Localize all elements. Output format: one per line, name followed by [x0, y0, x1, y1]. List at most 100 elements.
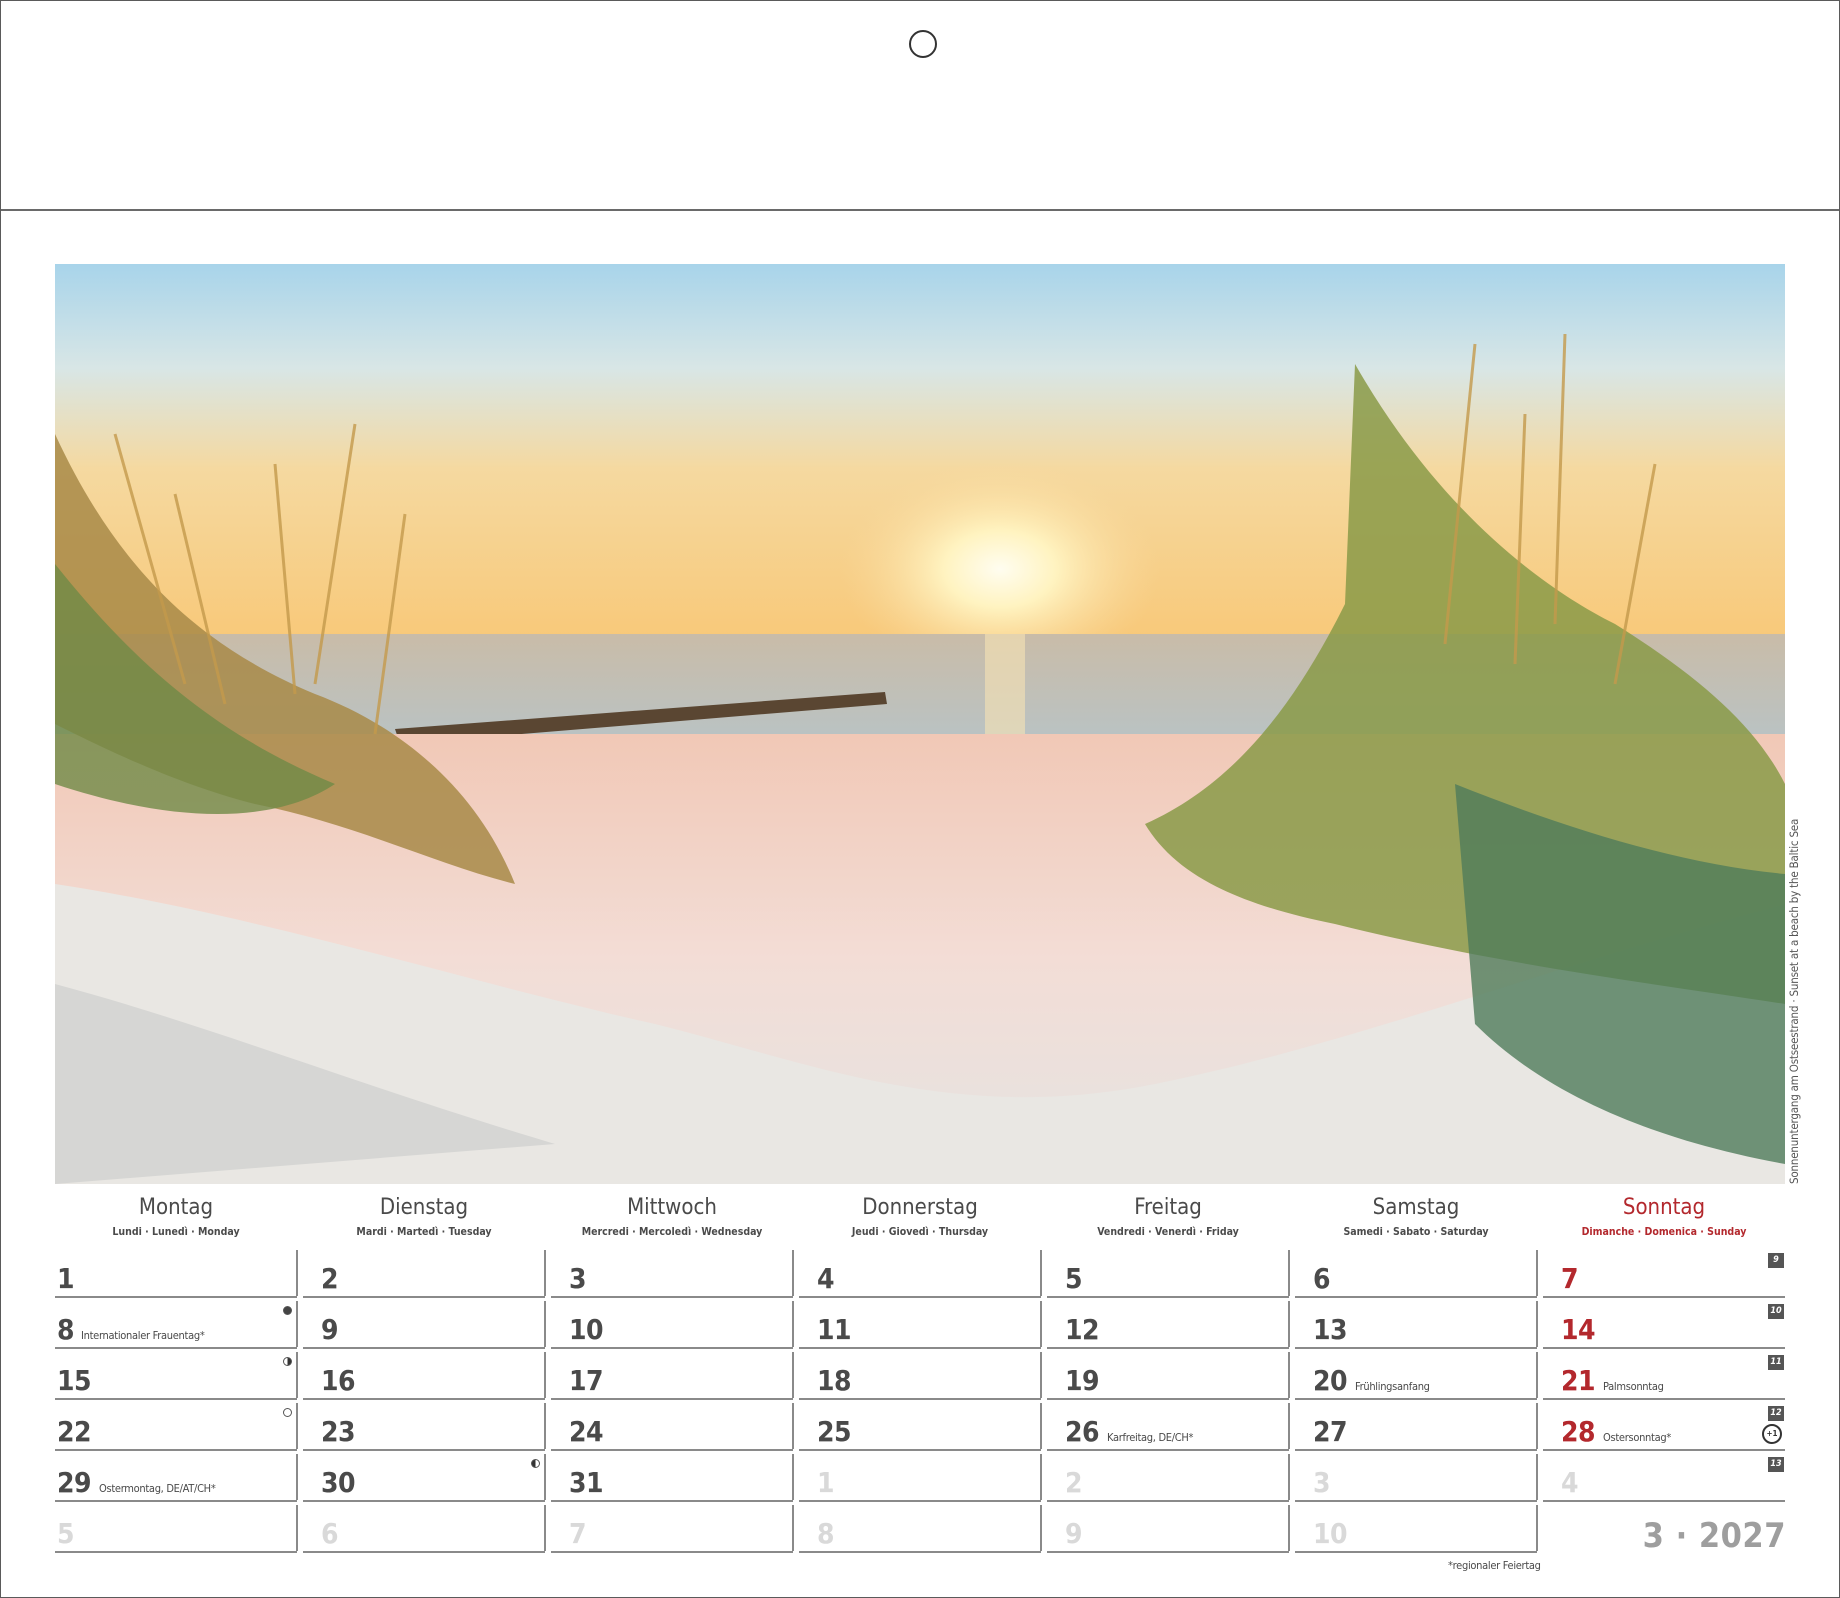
- cell-divider: [1040, 1454, 1042, 1500]
- cell-divider: [792, 1352, 794, 1398]
- day-cell: 23: [303, 1403, 546, 1451]
- day-number: 22: [57, 1415, 92, 1448]
- weekday-header: Montag Lundi · Lunedì · Monday: [56, 1195, 296, 1238]
- day-number: 23: [321, 1415, 356, 1448]
- weekday-translations: Lundi · Lunedì · Monday: [112, 1226, 240, 1238]
- weekday-translations: Dimanche · Domenica · Sunday: [1581, 1226, 1747, 1238]
- day-number: 13: [1313, 1313, 1348, 1346]
- holiday-note: Internationaler Frauentag*: [81, 1329, 205, 1342]
- day-cell: 9: [303, 1301, 546, 1349]
- day-cell: 2: [1047, 1454, 1290, 1502]
- weekday-header: Mittwoch Mercredi · Mercoledì · Wednesday: [552, 1195, 792, 1238]
- moon-phase-icon: [531, 1459, 540, 1468]
- day-cell: 17: [551, 1352, 794, 1400]
- cell-divider: [296, 1505, 298, 1551]
- day-cell: 8: [799, 1505, 1042, 1553]
- day-number: 24: [569, 1415, 604, 1448]
- day-cell: 3: [551, 1250, 794, 1298]
- cell-divider: [1288, 1352, 1290, 1398]
- day-number: 4: [1561, 1466, 1579, 1499]
- day-cell: 4: [799, 1250, 1042, 1298]
- cell-divider: [1536, 1301, 1538, 1347]
- day-number: 16: [321, 1364, 356, 1397]
- cell-divider: [1288, 1403, 1290, 1449]
- cell-divider: [544, 1505, 546, 1551]
- cell-divider: [1536, 1403, 1538, 1449]
- cell-divider: [544, 1250, 546, 1296]
- cell-divider: [296, 1250, 298, 1296]
- day-number: 28: [1561, 1415, 1596, 1448]
- cell-divider: [792, 1505, 794, 1551]
- day-number: 5: [1065, 1262, 1083, 1295]
- day-number: 21: [1561, 1364, 1596, 1397]
- cell-divider: [544, 1352, 546, 1398]
- weekday-name: Montag: [138, 1195, 214, 1220]
- cell-divider: [792, 1454, 794, 1500]
- day-cell: 28 Ostersonntag* 12 +1: [1543, 1403, 1785, 1451]
- day-cell: 9: [1047, 1505, 1290, 1553]
- day-number: 7: [569, 1517, 587, 1550]
- cell-divider: [544, 1454, 546, 1500]
- cell-divider: [296, 1301, 298, 1347]
- day-cell: 30: [303, 1454, 546, 1502]
- day-number: 4: [817, 1262, 835, 1295]
- day-cell: 14 10: [1543, 1301, 1785, 1349]
- cell-divider: [296, 1352, 298, 1398]
- day-cell: 5: [55, 1505, 298, 1553]
- holiday-note: Frühlingsanfang: [1355, 1380, 1430, 1393]
- weekday-header: Sonntag Dimanche · Domenica · Sunday: [1544, 1195, 1784, 1238]
- cell-divider: [1040, 1301, 1042, 1347]
- hanging-hole: [909, 30, 937, 58]
- day-number: 14: [1561, 1313, 1596, 1346]
- holiday-note: Ostersonntag*: [1603, 1431, 1672, 1444]
- day-number: 7: [1561, 1262, 1579, 1295]
- weekday-name: Dienstag: [379, 1195, 469, 1220]
- day-number: 29: [57, 1466, 92, 1499]
- day-number: 1: [57, 1262, 75, 1295]
- day-number: 6: [1313, 1262, 1331, 1295]
- weekday-name: Sonntag: [1622, 1195, 1706, 1220]
- day-number: 3: [569, 1262, 587, 1295]
- day-number: 2: [321, 1262, 339, 1295]
- day-cell: 6: [303, 1505, 546, 1553]
- day-cell: 13: [1295, 1301, 1538, 1349]
- day-cell: 7: [551, 1505, 794, 1553]
- cell-divider: [1040, 1352, 1042, 1398]
- moon-phase-icon: [283, 1306, 292, 1315]
- cell-divider: [1040, 1403, 1042, 1449]
- day-number: 20: [1313, 1364, 1348, 1397]
- day-cell: 24: [551, 1403, 794, 1451]
- cell-divider: [1536, 1250, 1538, 1296]
- day-number: 2: [1065, 1466, 1083, 1499]
- day-cell: 29 Ostermontag, DE/AT/CH*: [55, 1454, 298, 1502]
- weekday-name: Donnerstag: [862, 1195, 978, 1220]
- day-number: 27: [1313, 1415, 1348, 1448]
- day-cell: 12: [1047, 1301, 1290, 1349]
- day-number: 15: [57, 1364, 92, 1397]
- cell-divider: [296, 1403, 298, 1449]
- day-number: 12: [1065, 1313, 1100, 1346]
- weekday-translations: Mercredi · Mercoledì · Wednesday: [581, 1226, 763, 1238]
- cell-divider: [296, 1454, 298, 1500]
- day-cell: 3: [1295, 1454, 1538, 1502]
- cell-divider: [792, 1250, 794, 1296]
- day-cell: 19: [1047, 1352, 1290, 1400]
- weekday-translations: Mardi · Martedì · Tuesday: [356, 1226, 492, 1238]
- moon-phase-icon: [283, 1408, 292, 1417]
- day-cell: 79: [1543, 1250, 1785, 1298]
- cell-divider: [1536, 1454, 1538, 1500]
- holiday-note: Karfreitag, DE/CH*: [1107, 1431, 1194, 1444]
- month-year: 3 · 2027: [1642, 1516, 1786, 1556]
- day-number: 17: [569, 1364, 604, 1397]
- weekday-header: Freitag Vendredi · Venerdì · Friday: [1048, 1195, 1288, 1238]
- day-cell: 1: [55, 1250, 298, 1298]
- footnote: *regionaler Feiertag: [1448, 1559, 1541, 1572]
- day-number: 8: [57, 1313, 75, 1346]
- clock-change-icon: +1: [1762, 1424, 1782, 1444]
- beach-sunset-photo: [55, 264, 1785, 1184]
- week-number-badge: 10: [1768, 1304, 1784, 1319]
- day-number: 5: [57, 1517, 75, 1550]
- cell-divider: [544, 1301, 546, 1347]
- day-cell: 16: [303, 1352, 546, 1400]
- day-cell: 31: [551, 1454, 794, 1502]
